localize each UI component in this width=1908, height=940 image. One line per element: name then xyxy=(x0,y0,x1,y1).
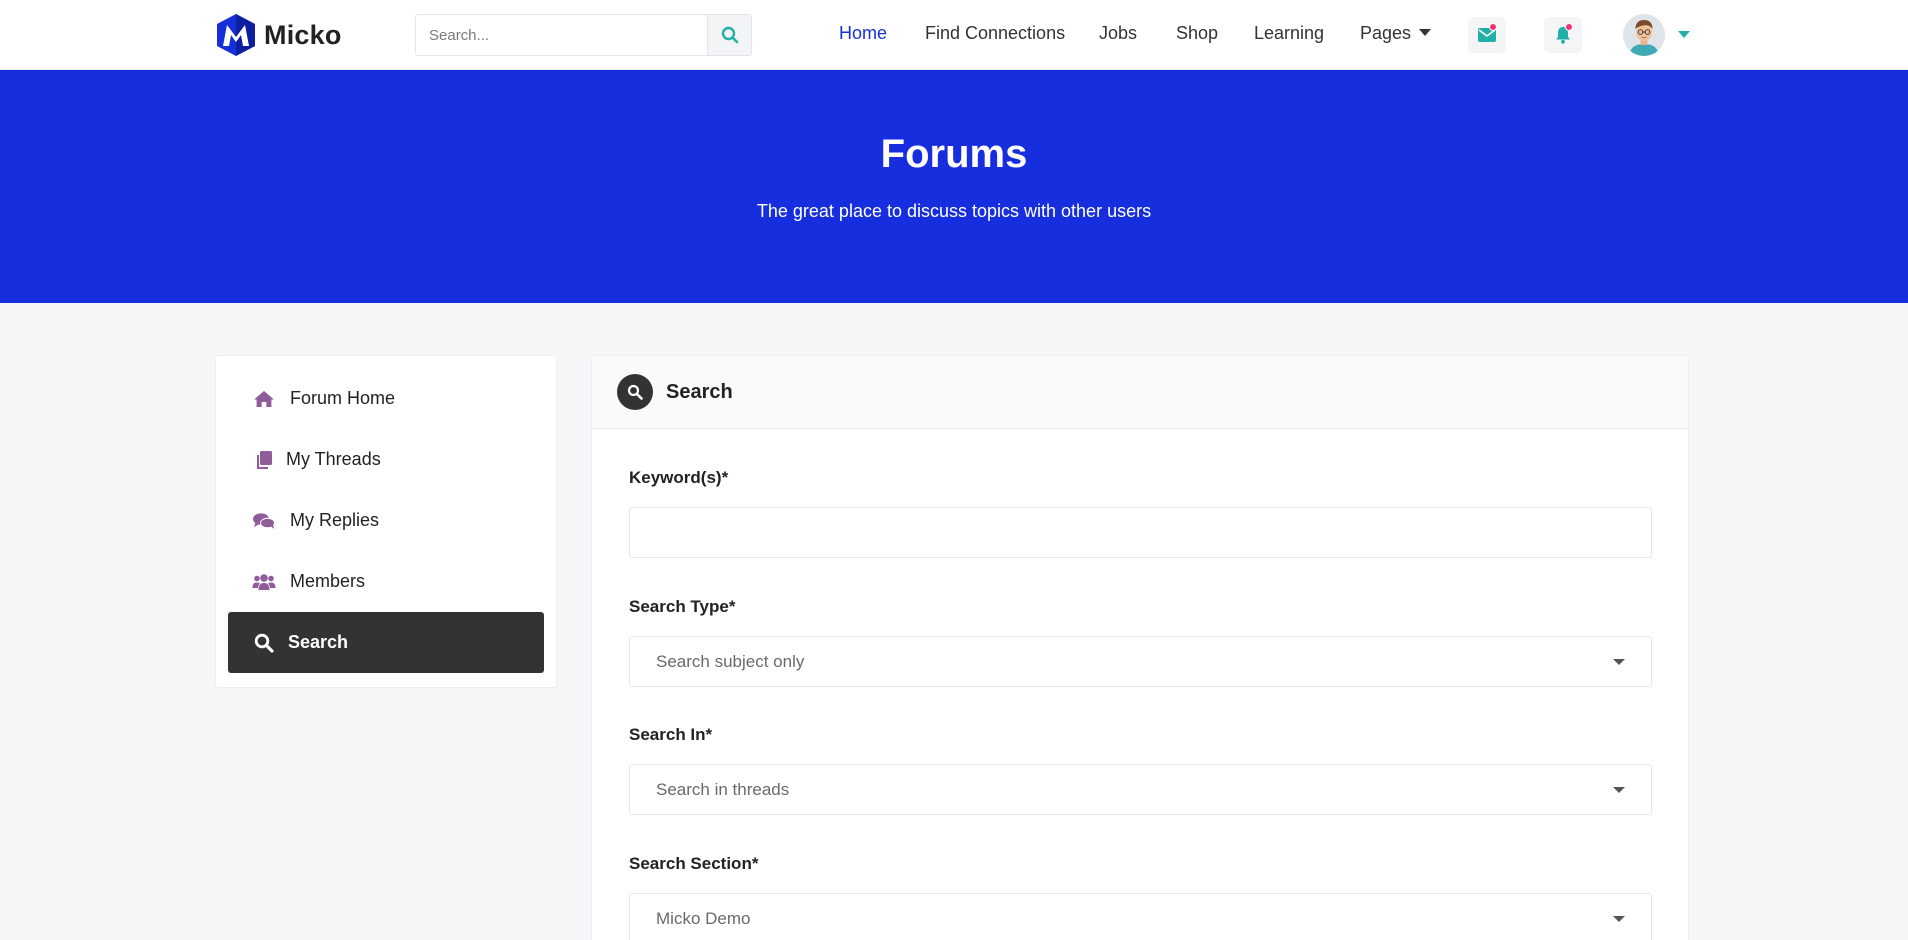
nav-find-connections[interactable]: Find Connections xyxy=(925,23,1065,44)
header-search-input[interactable] xyxy=(416,15,707,55)
nav-home[interactable]: Home xyxy=(839,23,887,44)
nav-pages[interactable]: Pages xyxy=(1360,23,1432,44)
sidebar-item-label: Members xyxy=(290,571,366,591)
forums-hero: Forums The great place to discuss topics… xyxy=(0,70,1908,303)
caret-down-icon xyxy=(1419,28,1432,36)
forum-sidebar: Forum Home My Threads My Replies Members… xyxy=(215,355,557,688)
search-type-label: Search Type* xyxy=(629,597,736,616)
sidebar-item-label: Search xyxy=(288,632,349,652)
search-in-value: Search in threads xyxy=(656,779,790,799)
documents-icon xyxy=(257,450,272,469)
user-menu-caret-icon[interactable] xyxy=(1678,31,1690,38)
message-badge-dot xyxy=(1489,23,1497,31)
comments-icon xyxy=(253,512,275,529)
top-header: Micko Home Find Connections Jobs Shop Le… xyxy=(0,0,1908,70)
nav-shop[interactable]: Shop xyxy=(1176,23,1218,44)
home-icon xyxy=(254,390,274,407)
sidebar-item-forum-home[interactable]: Forum Home xyxy=(228,368,544,429)
page-title: Forums xyxy=(880,132,1028,176)
brand-logo[interactable]: Micko xyxy=(214,13,342,57)
messages-button[interactable] xyxy=(1468,17,1506,53)
search-icon xyxy=(627,384,643,400)
search-icon xyxy=(721,26,738,44)
header-search xyxy=(415,14,752,56)
search-icon xyxy=(254,633,274,653)
page-subtitle: The great place to discuss topics with o… xyxy=(756,201,1152,221)
user-avatar[interactable] xyxy=(1623,14,1665,56)
avatar-image xyxy=(1623,14,1665,56)
sidebar-item-members[interactable]: Members xyxy=(228,551,544,612)
search-in-label: Search In* xyxy=(629,725,713,744)
search-type-value: Search subject only xyxy=(656,651,805,671)
search-in-select[interactable]: Search in threads xyxy=(629,764,1652,815)
search-section-select[interactable]: Micko Demo xyxy=(629,893,1652,940)
caret-down-icon xyxy=(1613,915,1625,922)
keywords-label: Keyword(s)* xyxy=(629,468,729,487)
search-panel: Search Keyword(s)* Search Type* Search s… xyxy=(591,355,1689,940)
search-panel-title: Search xyxy=(666,380,733,403)
sidebar-item-my-replies[interactable]: My Replies xyxy=(228,490,544,551)
caret-down-icon xyxy=(1613,658,1625,665)
search-section-value: Micko Demo xyxy=(656,908,751,928)
brand-name: Micko xyxy=(264,19,342,50)
search-type-select[interactable]: Search subject only xyxy=(629,636,1652,687)
keywords-input[interactable] xyxy=(629,507,1652,558)
caret-down-icon xyxy=(1613,786,1625,793)
sidebar-item-label: My Replies xyxy=(290,510,380,530)
search-badge xyxy=(617,374,653,410)
notifications-button[interactable] xyxy=(1544,17,1582,53)
sidebar-item-my-threads[interactable]: My Threads xyxy=(228,429,544,490)
sidebar-item-label: My Threads xyxy=(286,449,381,469)
sidebar-item-label: Forum Home xyxy=(290,388,396,408)
nav-pages-label: Pages xyxy=(1360,23,1412,43)
search-section-label: Search Section* xyxy=(629,854,759,873)
micko-logo-icon xyxy=(217,14,255,56)
notification-badge-dot xyxy=(1565,23,1573,31)
users-icon xyxy=(252,573,276,590)
search-panel-header: Search xyxy=(592,356,1688,429)
nav-jobs[interactable]: Jobs xyxy=(1099,23,1137,44)
nav-learning[interactable]: Learning xyxy=(1254,23,1324,44)
header-search-button[interactable] xyxy=(707,15,751,55)
sidebar-item-search[interactable]: Search xyxy=(228,612,544,673)
